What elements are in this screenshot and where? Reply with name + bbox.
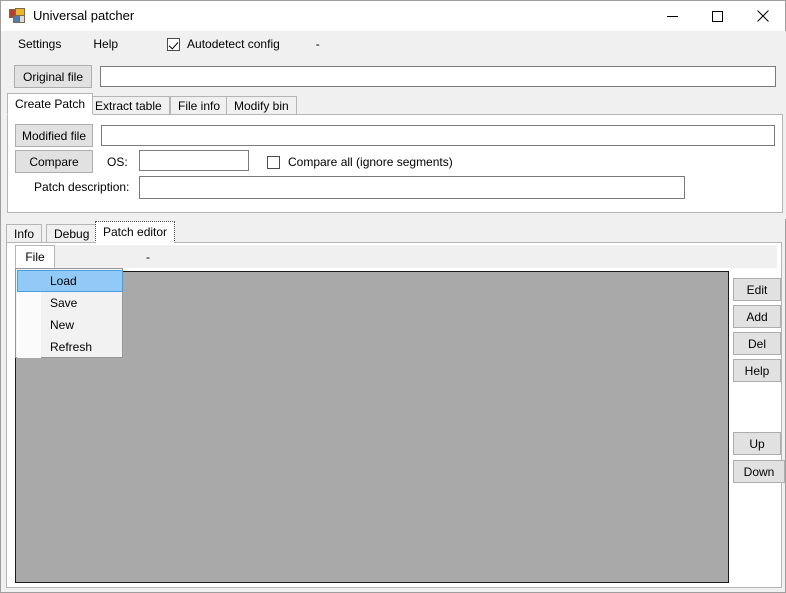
- lower-tab-strip: Info Debug Patch editor: [6, 221, 782, 243]
- tab-patch-editor[interactable]: Patch editor: [95, 221, 176, 243]
- patch-description-label: Patch description:: [34, 180, 130, 194]
- menu-item-dash[interactable]: -: [306, 34, 330, 54]
- main-menu-bar: Settings Help Autodetect config -: [2, 31, 786, 57]
- checkbox-box-icon: [167, 37, 181, 51]
- autodetect-config-label: Autodetect config: [187, 37, 280, 51]
- tab-debug[interactable]: Debug: [46, 224, 98, 243]
- menu-item-refresh[interactable]: Refresh: [17, 336, 123, 358]
- patch-editor-tab-page: File - Load Save New Refresh Edit Add De…: [6, 242, 785, 588]
- menu-item-settings[interactable]: Settings: [9, 33, 70, 55]
- file-menu-button[interactable]: File: [15, 245, 55, 268]
- tab-info[interactable]: Info: [6, 224, 43, 243]
- tab-file-info[interactable]: File info: [170, 96, 229, 115]
- del-button[interactable]: Del: [733, 332, 781, 355]
- modified-file-button[interactable]: Modified file: [15, 124, 93, 147]
- original-file-input[interactable]: [100, 66, 776, 87]
- os-input[interactable]: [139, 150, 249, 171]
- close-button[interactable]: [740, 1, 785, 31]
- compare-button[interactable]: Compare: [15, 150, 93, 173]
- patch-editor-menu-dash[interactable]: -: [136, 247, 160, 267]
- add-button[interactable]: Add: [733, 305, 781, 328]
- window-controls: [650, 1, 785, 31]
- help-button[interactable]: Help: [733, 359, 781, 382]
- title-bar: Universal patcher: [1, 1, 785, 31]
- original-file-button[interactable]: Original file: [14, 65, 92, 88]
- upper-panel: Original file Create Patch Extract table…: [2, 57, 786, 219]
- patch-description-input[interactable]: [139, 176, 685, 199]
- compare-all-label: Compare all (ignore segments): [288, 155, 453, 169]
- menu-item-save[interactable]: Save: [17, 292, 123, 314]
- move-up-button[interactable]: Up: [733, 432, 781, 455]
- edit-button[interactable]: Edit: [733, 278, 781, 301]
- tab-create-patch[interactable]: Create Patch: [7, 93, 94, 115]
- menu-item-help[interactable]: Help: [84, 33, 127, 55]
- autodetect-config-checkbox[interactable]: Autodetect config: [161, 34, 286, 54]
- maximize-button[interactable]: [695, 1, 740, 31]
- minimize-button[interactable]: [650, 1, 695, 31]
- compare-all-checkbox[interactable]: Compare all (ignore segments): [267, 155, 453, 169]
- patch-editor-menu-bar: File -: [15, 245, 777, 268]
- modified-file-input[interactable]: [101, 125, 775, 146]
- file-menu-dropdown: Load Save New Refresh: [15, 268, 123, 358]
- move-down-button[interactable]: Down: [733, 460, 785, 483]
- window-title: Universal patcher: [33, 8, 135, 23]
- menu-item-load[interactable]: Load: [17, 270, 123, 292]
- create-patch-tab-page: Modified file Compare OS: Compare all (i…: [7, 114, 783, 213]
- application-window: Universal patcher Settings Help Autodete…: [0, 0, 786, 593]
- menu-item-new[interactable]: New: [17, 314, 123, 336]
- tab-extract-table[interactable]: Extract table: [87, 96, 170, 115]
- tab-modify-bin[interactable]: Modify bin: [226, 96, 297, 115]
- upper-tab-strip: Create Patch Extract table File info Mod…: [7, 93, 783, 115]
- app-icon: [9, 8, 25, 24]
- checkbox-box-icon: [267, 155, 280, 169]
- os-label: OS:: [107, 155, 128, 169]
